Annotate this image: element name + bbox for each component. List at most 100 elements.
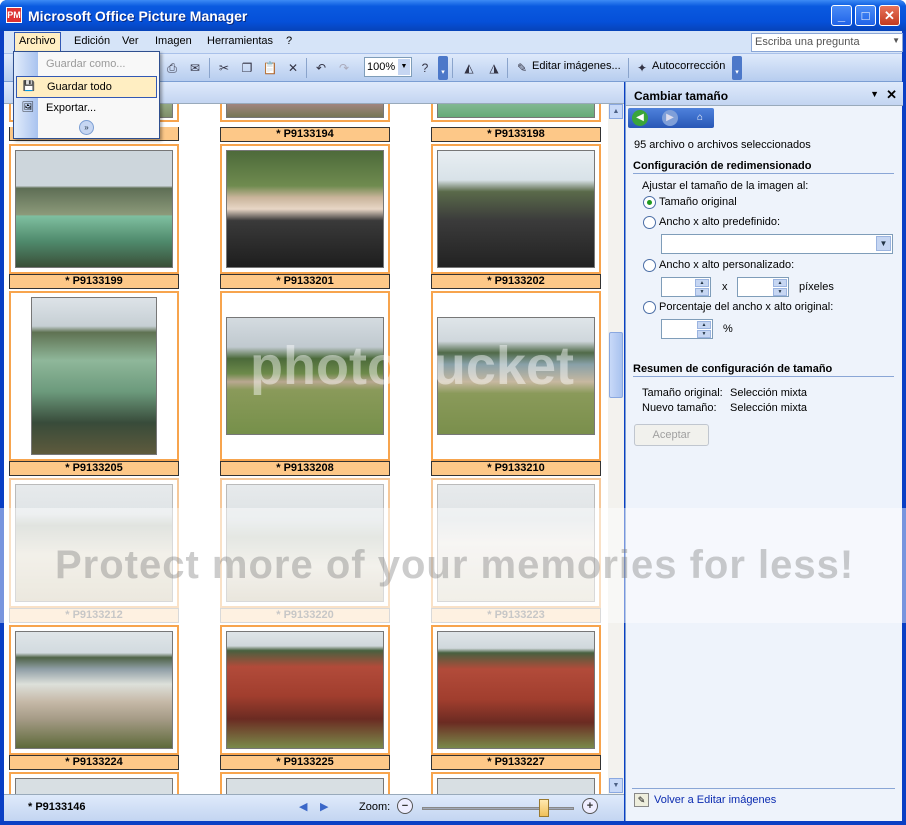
spin-up-icon[interactable]: ▲	[697, 321, 711, 329]
edit-images-icon[interactable]: ✎	[634, 793, 649, 807]
autocorrect-icon[interactable]: ✦	[632, 58, 652, 78]
thumbnail-caption: * P9133205	[9, 461, 179, 476]
back-icon[interactable]: ◀	[632, 110, 648, 126]
thumbnail-caption: * P9133227	[431, 755, 601, 770]
times-label: x	[722, 281, 728, 293]
edit-images-icon[interactable]: ✎	[512, 58, 532, 78]
thumbnail-image	[15, 631, 173, 749]
radio-predefined-size[interactable]	[643, 216, 656, 229]
scroll-up-icon[interactable]: ▲	[609, 104, 623, 119]
radio-custom-size[interactable]	[643, 259, 656, 272]
zoom-label: Zoom:	[359, 801, 391, 813]
chevron-double-down-icon[interactable]: »	[79, 120, 94, 135]
thumbnail-frame	[9, 291, 179, 461]
minimize-button[interactable]: _	[831, 5, 852, 26]
zoom-value: 100%	[367, 61, 396, 73]
back-to-edit-link[interactable]: Volver a Editar imágenes	[654, 794, 776, 806]
menu-archivo[interactable]: Archivo	[14, 32, 61, 53]
close-button[interactable]: ✕	[879, 5, 900, 26]
percent-label: %	[723, 323, 733, 335]
next-image-icon[interactable]: ▶	[320, 800, 328, 813]
cut-icon[interactable]: ✂	[214, 58, 234, 78]
thumbnail-gallery[interactable]: * P9133194 * P9133198 * P9133199 * P9133…	[4, 104, 608, 794]
previous-image-icon[interactable]: ◀	[299, 800, 307, 813]
app-icon[interactable]: PM	[6, 7, 22, 23]
radio-percentage[interactable]	[643, 301, 656, 314]
thumbnail-caption: * P9133202	[431, 274, 601, 289]
mail-icon[interactable]: ✉	[185, 58, 205, 78]
toolbar-options-icon[interactable]: ▾	[732, 56, 742, 80]
menu-herramientas[interactable]: Herramientas	[203, 34, 277, 48]
predefined-size-select[interactable]: ▼	[661, 234, 893, 254]
vertical-scrollbar[interactable]: ▲ ▼	[608, 104, 624, 794]
toolbar-options-icon[interactable]: ▾	[438, 56, 448, 80]
pane-dropdown-icon[interactable]: ▼	[870, 89, 879, 99]
export-icon: 🖼	[21, 102, 35, 113]
title-bar[interactable]: PM Microsoft Office Picture Manager _ □ …	[0, 0, 906, 31]
print-icon[interactable]: ⎙	[162, 58, 182, 78]
spin-up-icon[interactable]: ▲	[695, 279, 709, 287]
spin-up-icon[interactable]: ▲	[773, 279, 787, 287]
redo-icon[interactable]: ↷	[334, 58, 354, 78]
thumbnail-frame	[9, 625, 179, 755]
rotate-left-icon[interactable]: ◭	[459, 58, 479, 78]
option-predefined-size-label[interactable]: Ancho x alto predefinido:	[659, 216, 780, 228]
zoom-slider-track[interactable]	[422, 807, 574, 810]
zoom-slider-handle[interactable]	[539, 799, 549, 817]
undo-icon[interactable]: ↶	[311, 58, 331, 78]
rotate-right-icon[interactable]: ◮	[484, 58, 504, 78]
copy-icon[interactable]: ❐	[237, 58, 257, 78]
delete-icon[interactable]: ✕	[283, 58, 303, 78]
forward-icon[interactable]: ▶	[662, 110, 678, 126]
chevron-down-icon[interactable]: ▼	[398, 59, 410, 75]
option-custom-size-label[interactable]: Ancho x alto personalizado:	[659, 259, 794, 271]
accept-button[interactable]: Aceptar	[634, 424, 709, 446]
custom-width-input[interactable]: ▲ ▼	[661, 277, 711, 297]
scroll-down-icon[interactable]: ▼	[609, 778, 623, 793]
scrollbar-thumb[interactable]	[609, 332, 623, 398]
menu-item-save-all[interactable]: 💾 Guardar todo	[16, 76, 157, 98]
thumbnail-frame	[220, 772, 390, 794]
autocorrect-button[interactable]: Autocorrección	[652, 60, 725, 72]
custom-height-input[interactable]: ▲ ▼	[737, 277, 789, 297]
zoom-in-icon[interactable]: +	[582, 798, 598, 814]
option-original-size-label[interactable]: Tamaño original	[659, 196, 737, 208]
menu-imagen[interactable]: Imagen	[151, 34, 196, 48]
menu-help[interactable]: ?	[282, 34, 296, 48]
app-window: PM Microsoft Office Picture Manager _ □ …	[0, 0, 906, 825]
ask-question-input[interactable]: Escriba una pregunta ▼	[751, 33, 903, 52]
radio-original-size[interactable]	[643, 196, 656, 209]
thumbnail-image	[437, 150, 595, 268]
spin-down-icon[interactable]: ▼	[697, 330, 711, 338]
menu-item-save-all-label: Guardar todo	[47, 81, 112, 93]
menu-edicion[interactable]: Edición	[70, 34, 114, 48]
maximize-button[interactable]: □	[855, 5, 876, 26]
task-pane-title: Cambiar tamaño	[634, 89, 729, 103]
selection-count: 95 archivo o archivos seleccionados	[634, 139, 811, 151]
thumbnail-frame	[431, 144, 601, 274]
menu-ver[interactable]: Ver	[118, 34, 143, 48]
thumbnail-frame	[9, 772, 179, 794]
chevron-down-icon[interactable]: ▼	[876, 236, 891, 251]
spin-down-icon[interactable]: ▼	[773, 288, 787, 296]
window-title: Microsoft Office Picture Manager	[28, 8, 248, 24]
new-size-label: Nuevo tamaño:	[642, 402, 717, 414]
option-percentage-label[interactable]: Porcentaje del ancho x alto original:	[659, 301, 833, 313]
pane-footer: ✎ Volver a Editar imágenes	[632, 788, 895, 807]
zoom-select[interactable]: 100% ▼	[364, 57, 412, 77]
thumbnail-frame	[431, 772, 601, 794]
adjust-label: Ajustar el tamaño de la imagen al:	[642, 180, 809, 192]
menu-item-export[interactable]: 🖼 Exportar...	[16, 98, 157, 120]
pane-close-icon[interactable]: ✕	[886, 87, 897, 103]
menu-item-save-as[interactable]: Guardar como...	[16, 54, 157, 76]
save-all-icon: 💾	[22, 81, 36, 92]
percentage-input[interactable]: ▲ ▼	[661, 319, 713, 339]
home-icon[interactable]: ⌂	[692, 110, 708, 126]
thumbnail-caption: * P9133210	[431, 461, 601, 476]
zoom-out-icon[interactable]: −	[397, 798, 413, 814]
spin-down-icon[interactable]: ▼	[695, 288, 709, 296]
ask-dropdown-icon[interactable]: ▼	[892, 36, 900, 45]
paste-icon[interactable]: 📋	[260, 58, 280, 78]
help-icon[interactable]: ?	[415, 58, 435, 78]
edit-images-button[interactable]: Editar imágenes...	[532, 60, 621, 72]
